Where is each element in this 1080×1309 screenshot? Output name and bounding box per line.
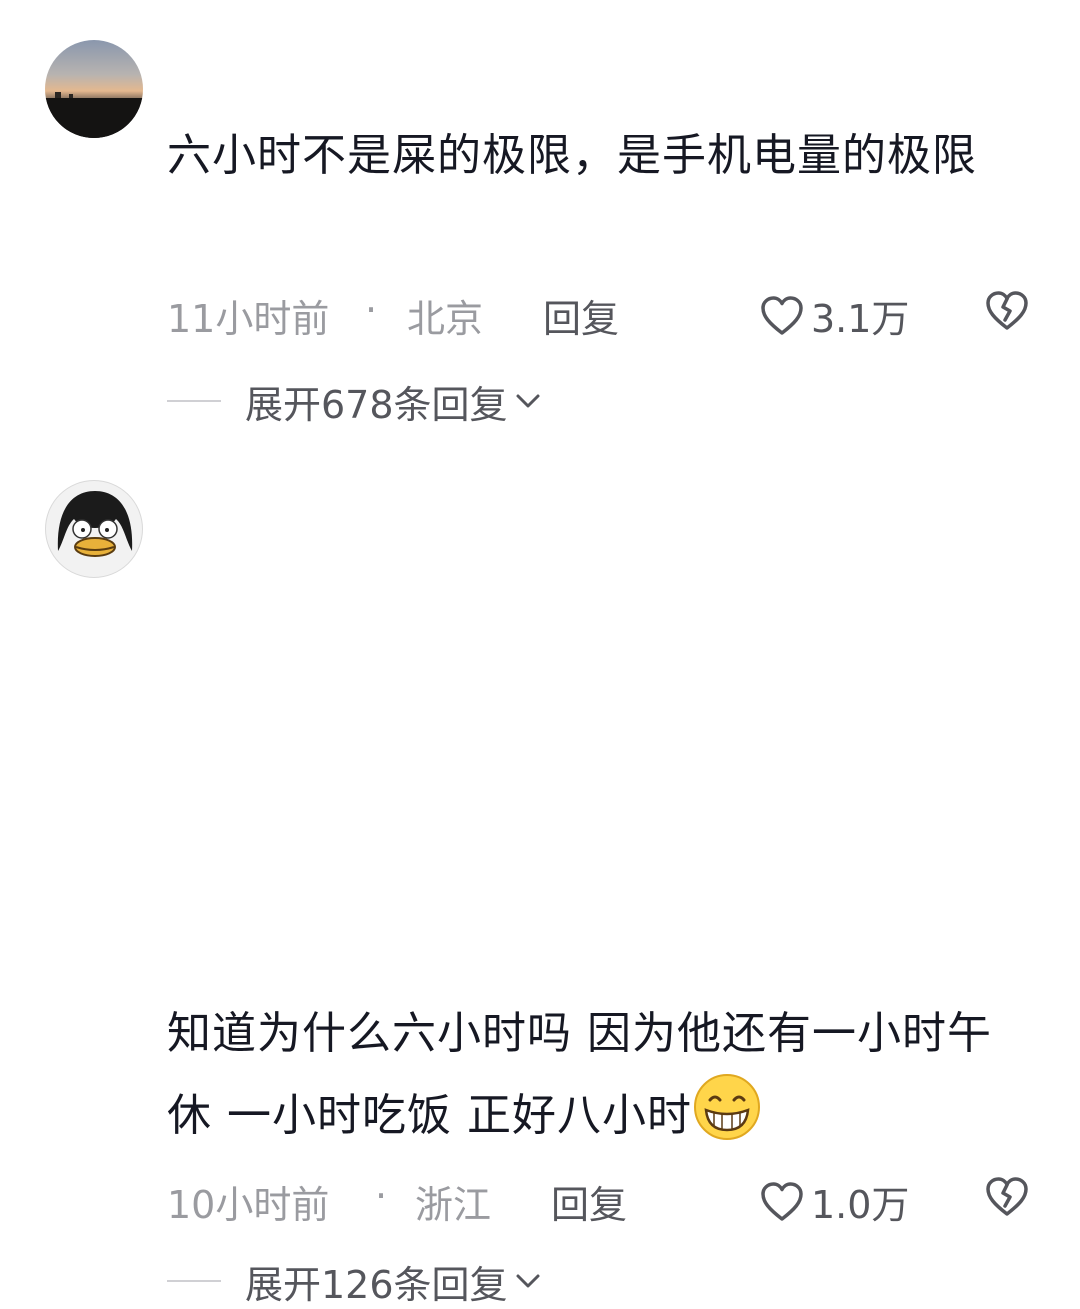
comment-meta: 11小时前 · 北京 回复 3.1万 [167, 288, 1030, 341]
comment-text: 六小时不是屎的极限，是手机电量的极限 [167, 130, 977, 181]
meta-separator: · [375, 1174, 388, 1218]
reply-button[interactable]: 回复 [543, 288, 619, 343]
expand-replies-label: 展开678条回复 [245, 382, 508, 427]
like-button[interactable]: 3.1万 [759, 288, 909, 343]
meta-separator: · [365, 288, 378, 332]
comment-location: 浙江 [415, 1183, 492, 1227]
avatar-image-detail [57, 491, 133, 557]
expand-replies-button[interactable]: 展开678条回复 [167, 376, 542, 427]
heart-outline-icon [761, 295, 803, 335]
divider-line [167, 400, 221, 402]
comment-location: 北京 [407, 297, 484, 341]
dislike-button[interactable] [984, 1176, 1030, 1227]
avatar[interactable] [45, 40, 143, 138]
broken-heart-icon [986, 1177, 1028, 1216]
comment-text-body: 知道为什么六小时吗 因为他还有一小时午休 一小时吃饭 正好八小时 [167, 1008, 992, 1141]
divider-line [167, 1280, 221, 1282]
reply-button[interactable]: 回复 [551, 1174, 627, 1229]
like-count: 1.0万 [811, 1183, 910, 1227]
like-button[interactable]: 1.0万 [759, 1174, 909, 1229]
expand-replies-label: 展开126条回复 [245, 1262, 508, 1307]
like-count: 3.1万 [811, 297, 910, 341]
chevron-down-icon [516, 1274, 540, 1288]
comment-time: 10小时前 [167, 1183, 330, 1227]
expand-replies-button[interactable]: 展开126条回复 [167, 1256, 542, 1307]
heart-outline-icon [761, 1181, 803, 1221]
comment-text: 知道为什么六小时吗 因为他还有一小时午休 一小时吃饭 正好八小时 [167, 996, 1027, 1154]
comment-meta: 10小时前 · 浙江 回复 1.0万 [167, 1174, 1030, 1227]
broken-heart-icon [986, 291, 1028, 330]
avatar-image-detail [45, 98, 143, 138]
comment-time: 11小时前 [167, 297, 330, 341]
chevron-down-icon [516, 394, 540, 408]
dislike-button[interactable] [984, 290, 1030, 341]
grinning-face-emoji [693, 1074, 760, 1140]
avatar[interactable] [45, 480, 143, 578]
